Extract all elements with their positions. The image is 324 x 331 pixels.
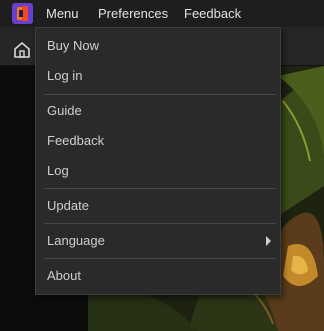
menu-item-label: Buy Now xyxy=(47,38,100,53)
menu-separator xyxy=(44,223,276,224)
chevron-right-icon xyxy=(266,236,271,246)
home-icon[interactable] xyxy=(12,40,32,60)
menu-item-label: Log in xyxy=(47,68,83,83)
menu-item-language[interactable]: Language xyxy=(36,226,280,256)
menu-separator xyxy=(44,94,276,95)
menu-item-label: About xyxy=(47,268,81,283)
menu-item-label: Guide xyxy=(47,103,82,118)
menu-item-label: Update xyxy=(47,198,89,213)
menu-item-label: Language xyxy=(47,233,105,248)
menu-item-log-in[interactable]: Log in xyxy=(36,61,280,91)
main-dropdown-menu: Buy Now Log in Guide Feedback Log Update… xyxy=(35,27,281,295)
menu-item-guide[interactable]: Guide xyxy=(36,96,280,126)
menu-item-update[interactable]: Update xyxy=(36,191,280,221)
menu-item-buy-now[interactable]: Buy Now xyxy=(36,31,280,61)
menu-item-feedback[interactable]: Feedback xyxy=(36,126,280,156)
menu-separator xyxy=(44,258,276,259)
menu-bar: Menu Preferences Feedback xyxy=(0,0,324,27)
menu-separator xyxy=(44,188,276,189)
menu-item-label: Feedback xyxy=(47,133,105,148)
menubar-item-feedback[interactable]: Feedback xyxy=(184,0,241,27)
menu-item-log[interactable]: Log xyxy=(36,156,280,186)
menu-item-about[interactable]: About xyxy=(36,261,280,291)
menu-item-label: Log xyxy=(47,163,69,178)
menubar-item-menu[interactable]: Menu xyxy=(46,0,79,27)
menubar-item-preferences[interactable]: Preferences xyxy=(98,0,168,27)
app-logo-icon[interactable] xyxy=(12,3,33,24)
